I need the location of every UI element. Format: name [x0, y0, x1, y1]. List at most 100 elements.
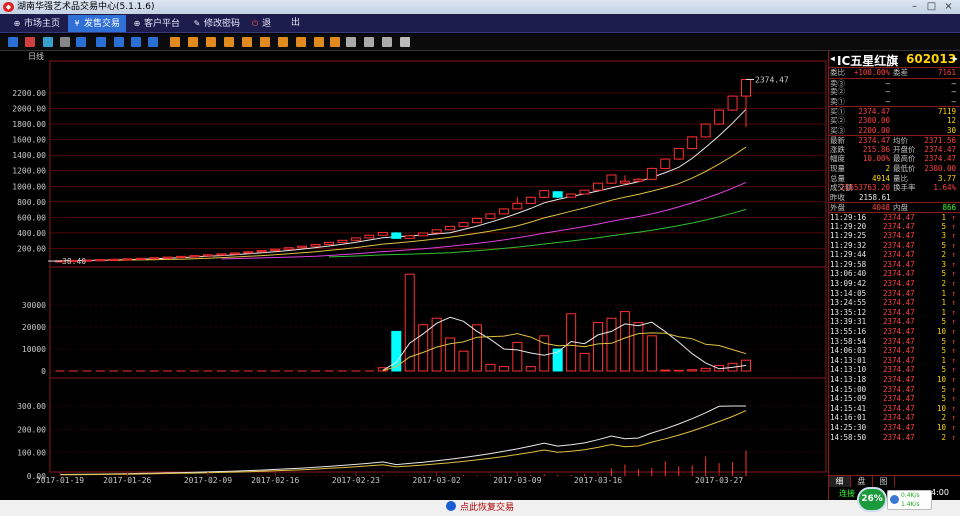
menu-exit[interactable]: 出	[287, 15, 304, 32]
date-label: 2017-03-16	[574, 476, 622, 485]
maximize-button[interactable]: □	[924, 1, 939, 13]
stat-value: 2300.00	[924, 163, 956, 173]
menu-issue-trade[interactable]: ¥ 发售交易	[68, 15, 126, 32]
tick-up-icon: ↑	[951, 365, 956, 375]
prev-stock-icon[interactable]: ◀	[830, 54, 835, 63]
tick-time: 13:14:05	[830, 288, 867, 298]
tick-up-icon: ↑	[951, 413, 956, 423]
next-stock-icon[interactable]: ▶	[953, 54, 958, 63]
zoom-in-icon[interactable]	[346, 37, 356, 47]
date-label: 2017-03-27	[695, 476, 743, 485]
settings-icon[interactable]	[400, 37, 410, 47]
tool-1-icon[interactable]	[170, 37, 180, 47]
tick-price: 2374.47	[883, 317, 915, 327]
candle-body	[256, 250, 267, 253]
tick-price: 2374.47	[883, 307, 915, 317]
globe-icon: ⊕	[133, 19, 141, 28]
tool-2-icon[interactable]	[188, 37, 198, 47]
stat-label: 量比	[893, 173, 908, 183]
price-tick-label: 400.00	[17, 229, 46, 238]
quote-row: 14:16:01 2374.47 2 ↑	[829, 413, 960, 423]
tick-qty: 5	[941, 317, 946, 327]
menu-market-home[interactable]: ⊕ 市场主页	[8, 15, 64, 32]
volume-bar	[646, 335, 657, 372]
high-annotation: 2374.47	[755, 75, 789, 84]
candle-body	[337, 239, 348, 243]
candle-body	[485, 213, 496, 219]
minimize-button[interactable]: –	[907, 1, 922, 13]
stat-value: 2374.47	[924, 154, 956, 164]
tab-chart[interactable]: 图	[873, 476, 895, 487]
tool-4-icon[interactable]	[224, 37, 234, 47]
stat-value: 215.86	[862, 144, 890, 154]
date-label: 2017-02-23	[332, 476, 380, 485]
network-icon	[890, 495, 899, 504]
ma5-line	[59, 108, 747, 262]
main-menu: ⊕ 市场主页 ¥ 发售交易 ⊕ 客户平台 ✎ 修改密码 ⏻ 退 出	[0, 14, 960, 33]
candle-body	[108, 258, 119, 261]
period-1-icon[interactable]	[96, 37, 106, 47]
status-bar: 点此恢复交易	[0, 500, 960, 516]
stat-value: 2374.47	[924, 144, 956, 154]
sell-level-label: 卖①	[830, 96, 845, 106]
volume-tick-label: 10000	[22, 345, 46, 354]
tick-time: 14:15:09	[830, 394, 867, 404]
calculator-icon[interactable]	[60, 37, 70, 47]
tool-6-icon[interactable]	[260, 37, 270, 47]
chart-draw-icon[interactable]	[382, 37, 392, 47]
restore-trade-link[interactable]: 点此恢复交易	[445, 501, 514, 513]
tool-5-icon[interactable]	[242, 37, 252, 47]
candle-icon[interactable]	[43, 37, 53, 47]
stat-label: 幅度	[830, 154, 845, 164]
zoom-box-icon[interactable]	[76, 37, 86, 47]
bar-chart-icon[interactable]	[8, 37, 18, 47]
zoom-out-icon[interactable]	[364, 37, 374, 47]
stock-name: IC五星红旗	[837, 54, 899, 68]
weibi-value: +100.00%	[853, 68, 890, 77]
candle-body	[216, 253, 227, 256]
menu-client-platform[interactable]: ⊕ 客户平台	[128, 15, 184, 32]
tool-7-icon[interactable]	[278, 37, 288, 47]
tool-10-icon[interactable]	[330, 37, 340, 47]
candle-body	[297, 245, 308, 249]
tick-time: 13:58:54	[830, 336, 867, 346]
menu-change-password[interactable]: ✎ 修改密码	[188, 15, 244, 32]
period-x-icon[interactable]	[148, 37, 158, 47]
close-button[interactable]: ×	[941, 1, 956, 13]
tick-price: 2374.47	[883, 221, 915, 231]
tab-detail[interactable]: 细	[829, 476, 851, 487]
sell-qty: —	[951, 96, 956, 106]
period-2-icon[interactable]	[114, 37, 124, 47]
price-tick-label: 1400.00	[12, 151, 46, 160]
menu-logout[interactable]: ⏻ 退	[246, 15, 275, 32]
quote-row: 总量 4914 量比 3.77	[829, 174, 960, 184]
sell-price: —	[885, 96, 890, 106]
stat-label: 现量	[830, 163, 845, 173]
quote-row: 昨收 2158.61	[829, 193, 960, 203]
candle-body	[498, 208, 509, 215]
kline-chart-svg: 日线 2200.00 2000.00 1800.00 1600.00 1400.00 120…	[12, 51, 827, 485]
candle-body	[727, 95, 738, 111]
quote-row: 13:39:31 2374.47 5 ↑	[829, 317, 960, 327]
network-speed-widget: 0.4K/s 1.4K/s	[887, 490, 932, 510]
quote-row: 买③ 2200.00 30	[829, 126, 960, 136]
line-chart-icon[interactable]	[25, 37, 35, 47]
price-tick-label: 200.00	[17, 244, 46, 253]
price-tick-label: 800.00	[17, 198, 46, 207]
tool-8-icon[interactable]	[296, 37, 306, 47]
tool-9-icon[interactable]	[314, 37, 324, 47]
tool-3-icon[interactable]	[206, 37, 216, 47]
tick-qty: 3	[941, 231, 946, 241]
tick-up-icon: ↑	[951, 394, 956, 404]
volume-bar	[391, 330, 402, 372]
date-label: 2017-03-09	[493, 476, 541, 485]
candle-body	[404, 235, 415, 239]
period-3-icon[interactable]	[131, 37, 141, 47]
kline-chart[interactable]: 日线 2200.00 2000.00 1800.00 1600.00 1400.00 120…	[0, 51, 828, 486]
tab-orderbook[interactable]: 盘	[851, 476, 873, 487]
memory-gauge[interactable]: 26%	[857, 487, 887, 512]
candle-body	[377, 231, 388, 236]
tick-time: 14:13:01	[830, 355, 867, 365]
tick-qty: 2	[941, 432, 946, 442]
tick-qty: 1	[941, 298, 946, 308]
